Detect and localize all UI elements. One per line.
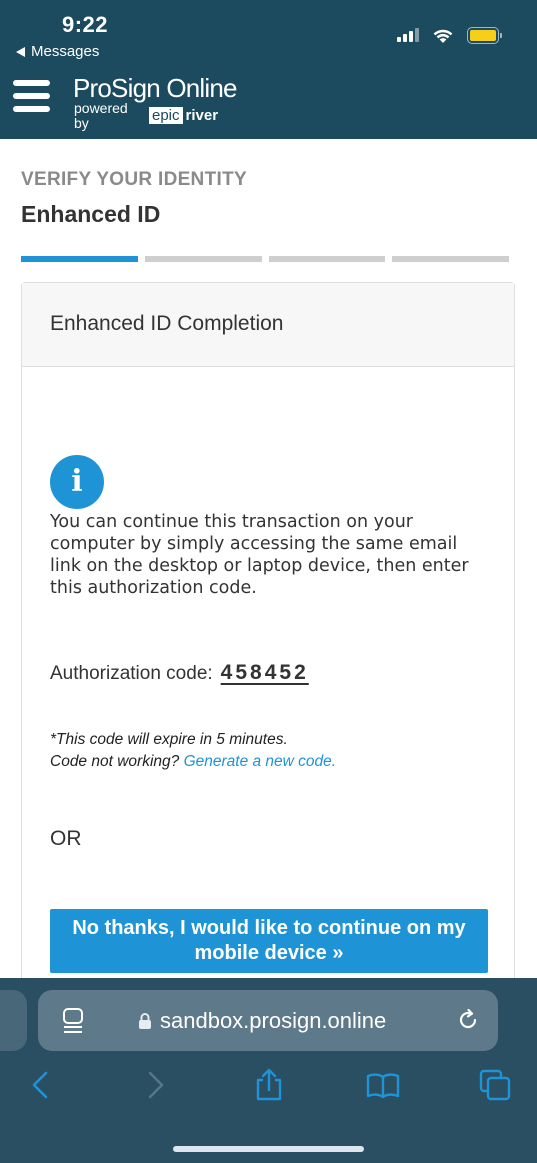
url-display[interactable]: sandbox.prosign.online <box>138 1008 386 1034</box>
wifi-icon <box>433 29 453 43</box>
progress-step-4 <box>392 256 509 262</box>
card-heading: Enhanced ID Completion <box>22 283 514 367</box>
expire-note: *This code will expire in 5 minutes. <box>50 731 288 748</box>
share-icon[interactable] <box>252 1068 286 1102</box>
browser-toolbar <box>0 1068 537 1108</box>
auth-code: 458452 <box>220 661 309 684</box>
cellular-signal-icon <box>397 28 419 42</box>
previous-tab-peek[interactable] <box>0 990 27 1051</box>
status-icons <box>397 26 502 44</box>
back-icon[interactable] <box>24 1068 58 1102</box>
auth-label: Authorization code: <box>50 663 213 684</box>
progress-step-3 <box>268 256 386 262</box>
powered-by-label: powered by <box>74 100 128 131</box>
authorization-row: Authorization code: 458452 <box>50 661 309 685</box>
completion-card: Enhanced ID Completion i You can continu… <box>21 282 515 1002</box>
address-bar[interactable]: sandbox.prosign.online <box>38 990 498 1051</box>
reload-icon[interactable] <box>456 1008 480 1032</box>
battery-icon <box>467 26 502 44</box>
reader-mode-icon[interactable] <box>62 1007 84 1035</box>
home-indicator <box>173 1146 364 1152</box>
page-title: Enhanced ID <box>21 201 161 227</box>
back-triangle-icon <box>16 46 25 57</box>
app-header: 9:22 Messages ProSign Online powered by … <box>0 0 537 139</box>
not-working-line: Code not working? Generate a new code. <box>50 751 336 773</box>
progress-step-1 <box>21 256 138 262</box>
not-working-label: Code not working? <box>50 753 180 770</box>
lock-icon <box>139 1013 151 1029</box>
brand-logo: ProSign Online powered by epic river <box>73 73 237 131</box>
or-divider: OR <box>50 827 82 850</box>
hamburger-menu-icon[interactable] <box>13 80 50 114</box>
generate-code-link[interactable]: Generate a new code. <box>184 753 337 770</box>
step-progress <box>21 256 509 262</box>
forward-icon[interactable] <box>138 1068 172 1102</box>
page-eyebrow: VERIFY YOUR IDENTITY <box>21 169 247 190</box>
bookmarks-icon[interactable] <box>366 1068 400 1102</box>
continue-on-mobile-button[interactable]: No thanks, I would like to continue on m… <box>50 909 488 973</box>
tabs-icon[interactable] <box>478 1068 512 1102</box>
progress-step-2 <box>144 256 262 262</box>
back-app-label: Messages <box>31 43 100 60</box>
status-time: 9:22 <box>62 12 109 37</box>
back-to-messages[interactable]: Messages <box>16 43 99 60</box>
url-text: sandbox.prosign.online <box>160 1008 387 1033</box>
expire-note-block: *This code will expire in 5 minutes. Cod… <box>50 729 336 773</box>
info-icon: i <box>50 455 104 509</box>
info-text: You can continue this transaction on you… <box>50 512 469 598</box>
browser-bottom-bar: sandbox.prosign.online <box>0 978 537 1163</box>
brand-name: ProSign Online <box>73 73 237 103</box>
epic-river-logo: epic river <box>149 107 218 124</box>
